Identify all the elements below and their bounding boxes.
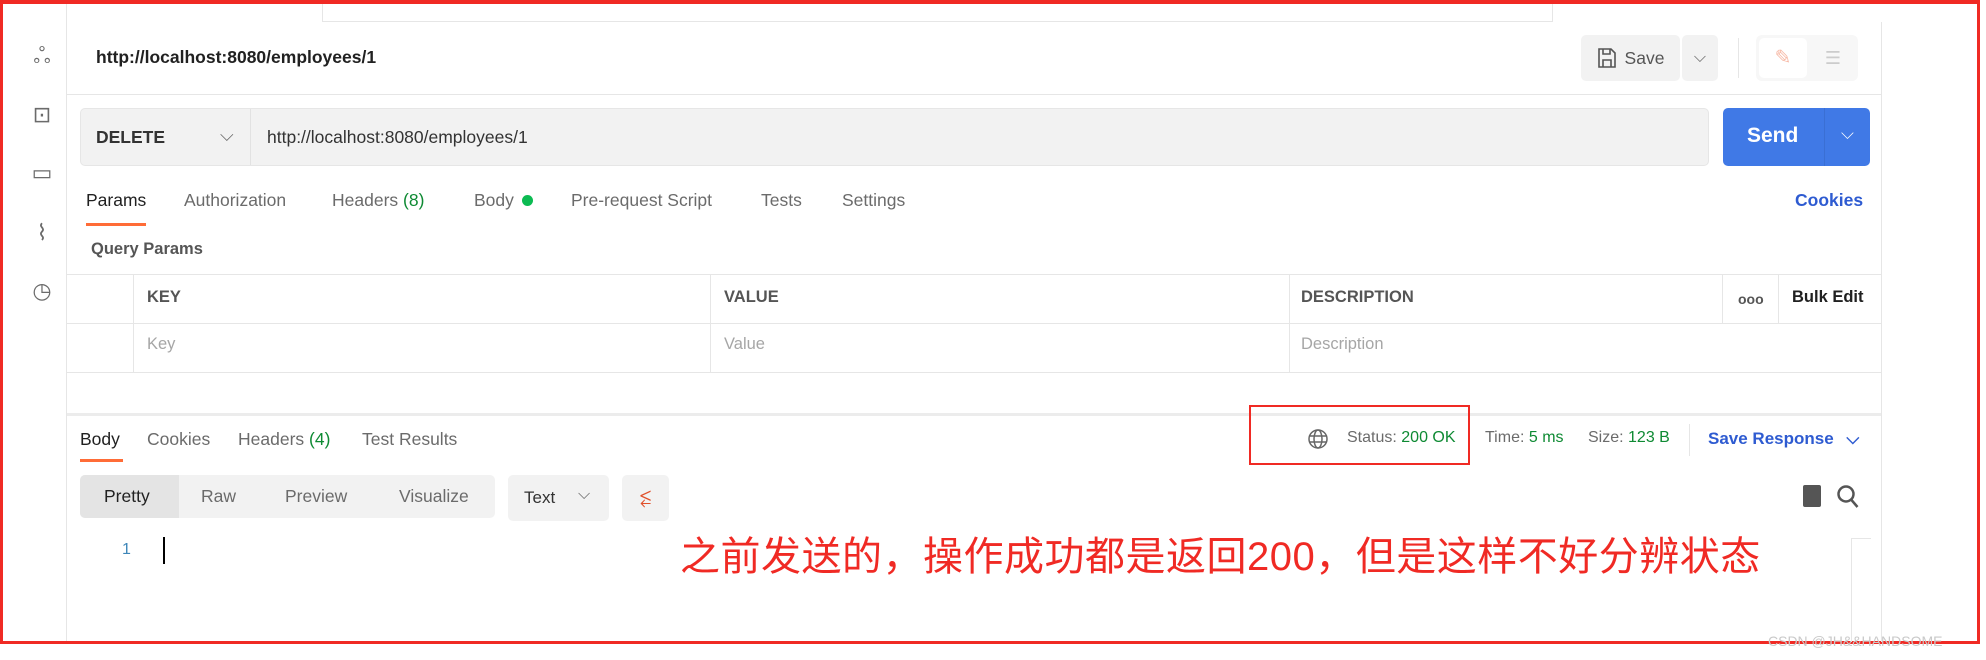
response-tab-headers[interactable]: Headers (4): [238, 429, 330, 450]
response-tab-test-results[interactable]: Test Results: [362, 429, 457, 450]
view-raw[interactable]: Raw: [201, 475, 236, 518]
time-value: 5 ms: [1528, 429, 1564, 446]
request-title: http://localhost:8080/employees/1: [96, 47, 377, 67]
url-input[interactable]: http://localhost:8080/employees/1: [267, 127, 528, 148]
chevron-down-icon: ⌵: [220, 125, 234, 145]
request-bar: DELETE ⌵ http://localhost:8080/employees…: [80, 108, 1709, 166]
size-label: Size:: [1588, 429, 1624, 446]
tab-headers[interactable]: Headers (8): [332, 190, 424, 211]
headers-count: (8): [403, 190, 425, 210]
tab-params[interactable]: Params: [86, 190, 146, 211]
key-input[interactable]: Key: [147, 335, 175, 354]
more-options-icon[interactable]: ooo: [1738, 291, 1764, 307]
search-icon[interactable]: [1836, 484, 1860, 510]
chevron-down-icon: ⌵: [578, 486, 591, 503]
tab-label: Headers: [238, 429, 305, 449]
text-cursor: [163, 537, 165, 564]
chevron-down-icon: ⌵: [1693, 49, 1707, 66]
column-value: VALUE: [724, 288, 779, 306]
response-tab-body[interactable]: Body: [80, 429, 120, 450]
view-pretty[interactable]: Pretty: [104, 475, 150, 518]
time-label: Time:: [1485, 429, 1525, 446]
save-icon: [1597, 48, 1616, 68]
view-visualize[interactable]: Visualize: [399, 475, 469, 518]
description-input[interactable]: Description: [1301, 335, 1384, 354]
sidebar: ஃ ⊡ ▭ ⌇ ◷: [3, 4, 67, 641]
column-key: KEY: [147, 288, 181, 306]
save-button[interactable]: Save: [1581, 35, 1680, 81]
size-value: 123 B: [1628, 429, 1670, 446]
annotation-text: 之前发送的，操作成功都是返回200，但是这样不好分辨状态: [680, 535, 1761, 579]
active-tab-indicator: [80, 459, 123, 462]
tab-tests[interactable]: Tests: [761, 190, 802, 211]
wrap-lines-icon[interactable]: ⥶: [622, 475, 669, 521]
tab-body[interactable]: Body: [474, 190, 533, 211]
history-icon[interactable]: ◷: [27, 276, 57, 306]
send-dropdown-chevron-icon[interactable]: ⌵: [1841, 124, 1854, 144]
time-readout: Time: 5 ms: [1485, 429, 1564, 447]
method-select[interactable]: DELETE ⌵: [81, 109, 251, 165]
value-input[interactable]: Value: [724, 335, 765, 354]
side-panel-toggles: ✎ ☰: [1756, 35, 1858, 81]
save-dropdown-button[interactable]: ⌵: [1682, 35, 1718, 81]
tab-pre-request-script[interactable]: Pre-request Script: [571, 190, 712, 211]
tab-authorization[interactable]: Authorization: [184, 190, 286, 211]
copy-icon[interactable]: [1803, 485, 1821, 507]
method-value: DELETE: [96, 127, 166, 147]
monitors-icon[interactable]: ⌇: [27, 218, 57, 248]
active-tab-indicator: [86, 223, 146, 226]
apis-icon[interactable]: ஃ: [27, 41, 57, 71]
editor-scrollbar[interactable]: [1851, 538, 1852, 642]
save-response-label: Save Response: [1708, 429, 1834, 448]
tab-strip: [322, 4, 1553, 22]
pane-divider[interactable]: [67, 413, 1881, 416]
send-button[interactable]: Send ⌵: [1723, 108, 1870, 166]
status-highlight-box: [1249, 405, 1470, 465]
query-params-title: Query Params: [91, 240, 203, 258]
tab-label: Body: [474, 190, 514, 210]
column-description: DESCRIPTION: [1301, 288, 1414, 306]
environments-icon[interactable]: ⊡: [27, 100, 57, 130]
cookies-link[interactable]: Cookies: [1795, 190, 1863, 211]
mock-servers-icon[interactable]: ▭: [27, 158, 57, 188]
body-indicator-dot: [521, 195, 533, 206]
format-select[interactable]: Text ⌵: [508, 475, 609, 521]
save-label: Save: [1624, 47, 1665, 68]
tab-settings[interactable]: Settings: [842, 190, 905, 211]
edit-pencil-icon[interactable]: ✎: [1759, 38, 1807, 78]
bulk-edit-button[interactable]: Bulk Edit: [1792, 288, 1864, 307]
format-value: Text: [524, 488, 556, 507]
line-number: 1: [122, 541, 131, 558]
view-preview[interactable]: Preview: [285, 475, 347, 518]
send-label: Send: [1747, 124, 1799, 147]
response-tab-cookies[interactable]: Cookies: [147, 429, 210, 450]
tab-label: Headers: [332, 190, 399, 210]
comments-icon[interactable]: ☰: [1812, 38, 1854, 78]
chevron-down-icon: ⌵: [1846, 429, 1860, 448]
watermark: CSDN @JH&&HANDSOME: [1768, 633, 1943, 649]
headers-count: (4): [309, 429, 331, 449]
save-response-button[interactable]: Save Response ⌵: [1708, 429, 1859, 449]
size-readout: Size: 123 B: [1588, 429, 1670, 447]
